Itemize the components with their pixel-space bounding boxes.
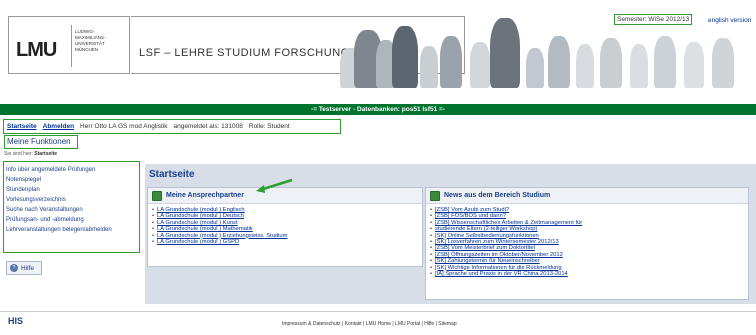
footer-links[interactable]: Impressum & Datenschutz | Kontakt | LMU …: [282, 321, 457, 327]
my-functions-button[interactable]: Meine Funktionen: [4, 135, 78, 149]
logo-sub-line: MÜNCHEN: [75, 47, 98, 52]
logo-subtitle: LUDWIG- MAXIMILIANS- UNIVERSITÄT MÜNCHEN: [75, 29, 129, 53]
breadcrumb: Sie sind hier: Startseite: [4, 151, 57, 157]
semester-selector[interactable]: Semester: WiSe 2012/13: [613, 14, 693, 25]
news-item[interactable]: [IA] Sprache und Praxis in der VR China …: [430, 271, 744, 277]
user-role: Rolle: Student: [248, 123, 290, 130]
lmu-logo[interactable]: LMU LUDWIG- MAXIMILIANS- UNIVERSITÄT MÜN…: [8, 16, 130, 74]
help-label: Hilfe: [21, 264, 35, 272]
nav-course-enrollment[interactable]: Lehrveranstaltungen belegen/abmelden: [6, 225, 137, 235]
nav-course-search[interactable]: Suche nach Veranstaltungen: [6, 205, 137, 215]
nav-exam-info[interactable]: Info über angemeldete Prüfungen: [6, 165, 137, 175]
english-version-link[interactable]: english version: [708, 17, 751, 24]
home-link[interactable]: Startseite: [7, 123, 37, 130]
contacts-panel: Meine Ansprechpartner LA Grundschule (mo…: [147, 187, 423, 267]
header-people-image: [340, 10, 756, 88]
breadcrumb-prefix: Sie sind hier:: [4, 151, 33, 157]
side-navigation: Info über angemeldete Prüfungen Notenspi…: [3, 161, 140, 253]
nav-course-catalog[interactable]: Vorlesungsverzeichnis: [6, 195, 137, 205]
help-icon: ?: [10, 264, 18, 272]
logo-text: LMU: [16, 39, 57, 61]
nav-exam-registration[interactable]: Prüfungsan- und -abmeldung: [6, 215, 137, 225]
breadcrumb-current[interactable]: Startseite: [34, 151, 57, 157]
main-content: Startseite Meine Ansprechpartner LA Grun…: [145, 164, 756, 304]
contact-item[interactable]: LA Grundschule (modul ) GSPD: [152, 239, 418, 245]
contacts-list: LA Grundschule (modul ) Englisch LA Grun…: [148, 204, 422, 248]
page-title: LSF – LEHRE STUDIUM FORSCHUNG: [139, 47, 350, 59]
user-name: Herr Otto LA GS mod Anglistik: [80, 123, 168, 130]
contacts-heading: Meine Ansprechpartner: [166, 192, 244, 199]
annotation-arrow-icon: [256, 178, 293, 193]
footer-divider: [0, 311, 756, 312]
nav-timetable[interactable]: Stundenplan: [6, 185, 137, 195]
nav-grades[interactable]: Notenspiegel: [6, 175, 137, 185]
his-logo: HIS: [8, 316, 24, 326]
news-panel: News aus dem Bereich Studium [ZSB] Vom A…: [425, 187, 749, 300]
page-header: LMU LUDWIG- MAXIMILIANS- UNIVERSITÄT MÜN…: [0, 0, 756, 90]
news-icon: [430, 190, 440, 201]
content-title: Startseite: [149, 169, 195, 180]
contacts-icon: [152, 190, 162, 201]
user-bar: Startseite Abmelden Herr Otto LA GS mod …: [3, 119, 341, 134]
logout-link[interactable]: Abmelden: [43, 123, 74, 130]
help-button[interactable]: ? Hilfe: [6, 261, 42, 275]
news-list: [ZSB] Vom Azubi zum Studi? [ZSB] FOS/BOS…: [426, 204, 748, 280]
logo-divider: [71, 25, 72, 67]
server-info-bar: -= Testserver - Datenbanken: pos51 lsf51…: [0, 104, 756, 115]
news-heading: News aus dem Bereich Studium: [444, 192, 551, 199]
login-id: angemeldet als: 131008: [173, 123, 243, 130]
news-header: News aus dem Bereich Studium: [426, 188, 748, 204]
